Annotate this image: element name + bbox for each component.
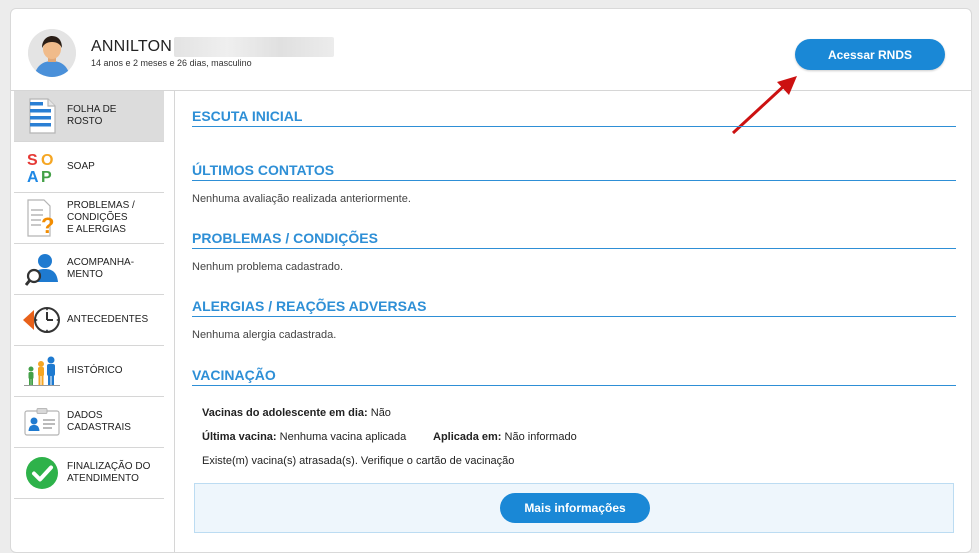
problemas-text: Nenhum problema cadastrado. <box>192 261 344 273</box>
soap-icon: S O A P <box>22 147 62 187</box>
ultima-vacina-line: Última vacina: Nenhuma vacina aplicada <box>202 431 406 443</box>
sidebar-item-historico[interactable]: Histórico <box>14 346 164 397</box>
vaccination-info-box: Mais informações <box>194 483 954 533</box>
sidebar-item-label: Acompanha- mento <box>67 257 135 280</box>
vacina-atrasada-text: Existe(m) vacina(s) atrasada(s). Verifiq… <box>202 455 515 467</box>
patient-info: 14 anos e 2 meses e 26 dias, masculino <box>91 58 252 68</box>
vacinas-em-dia-label: Vacinas do adolescente em dia: <box>202 407 368 419</box>
sidebar-divider <box>174 91 175 552</box>
patient-header: ANNILTON 14 anos e 2 meses e 26 dias, ma… <box>11 9 971 91</box>
patient-surname-redacted <box>174 37 334 57</box>
vacinas-em-dia-value: Não <box>370 407 391 419</box>
vacinas-em-dia-line: Vacinas do adolescente em dia: Não <box>202 407 391 419</box>
sidebar-item-dados-cadastrais[interactable]: Dados cadastrais <box>14 397 164 448</box>
alergias-text: Nenhuma alergia cadastrada. <box>192 329 337 341</box>
ultima-vacina-value: Nenhuma vacina aplicada <box>279 431 407 443</box>
access-rnds-button[interactable]: Acessar RNDS <box>795 39 945 70</box>
sidebar-item-problemas[interactable]: ? Problemas / condições e alergias <box>14 193 164 244</box>
sidebar-item-soap[interactable]: S O A P SOAP <box>14 142 164 193</box>
id-card-icon <box>22 402 62 442</box>
sidebar-item-label: SOAP <box>67 161 95 172</box>
family-icon <box>22 351 62 391</box>
more-info-button[interactable]: Mais informações <box>500 493 650 523</box>
svg-text:S: S <box>27 152 38 169</box>
sidebar-item-label: Problemas / condições e alergias <box>67 200 135 235</box>
sidebar-item-label: Folha de rosto <box>67 104 117 127</box>
annotation-arrow-icon <box>731 76 797 135</box>
svg-text:O: O <box>41 152 53 169</box>
sidebar-item-label: Antecedentes <box>67 314 149 325</box>
section-title-vacinacao: VACINAÇÃO <box>192 367 956 386</box>
section-title-alergias: ALERGIAS / REAÇÕES ADVERSAS <box>192 298 956 317</box>
aplicada-em-line: Aplicada em: Não informado <box>433 431 577 443</box>
person-search-icon <box>22 249 62 289</box>
ultimos-contatos-text: Nenhuma avaliação realizada anteriorment… <box>192 193 411 205</box>
check-circle-icon <box>22 453 62 493</box>
section-title-escuta-inicial: ESCUTA INICIAL <box>192 108 956 127</box>
sidebar-item-label: Dados cadastrais <box>67 410 131 433</box>
sidebar: Folha de rosto S O A P SOAP <box>14 91 164 552</box>
sidebar-item-acompanhamento[interactable]: Acompanha- mento <box>14 244 164 295</box>
sidebar-item-antecedentes[interactable]: Antecedentes <box>14 295 164 346</box>
attendance-card: ANNILTON 14 anos e 2 meses e 26 dias, ma… <box>10 8 972 553</box>
svg-text:?: ? <box>41 213 54 237</box>
patient-name: ANNILTON <box>91 38 173 55</box>
patient-avatar <box>28 29 76 77</box>
svg-text:P: P <box>41 169 52 184</box>
question-document-icon: ? <box>22 198 62 238</box>
aplicada-em-label: Aplicada em: <box>433 431 502 443</box>
ultima-vacina-label: Última vacina: <box>202 431 277 443</box>
sidebar-item-label: Finalização do atendimento <box>67 461 151 484</box>
section-title-problemas: PROBLEMAS / CONDIÇÕES <box>192 230 956 249</box>
document-lines-icon <box>22 96 62 136</box>
section-title-ultimos-contatos: ÚLTIMOS CONTATOS <box>192 162 956 181</box>
svg-text:A: A <box>27 169 39 184</box>
sidebar-item-label: Histórico <box>67 365 123 376</box>
clock-back-icon <box>22 300 62 340</box>
sidebar-item-folha-de-rosto[interactable]: Folha de rosto <box>14 91 164 142</box>
aplicada-em-value: Não informado <box>504 431 577 443</box>
sidebar-item-finalizacao[interactable]: Finalização do atendimento <box>14 448 164 499</box>
